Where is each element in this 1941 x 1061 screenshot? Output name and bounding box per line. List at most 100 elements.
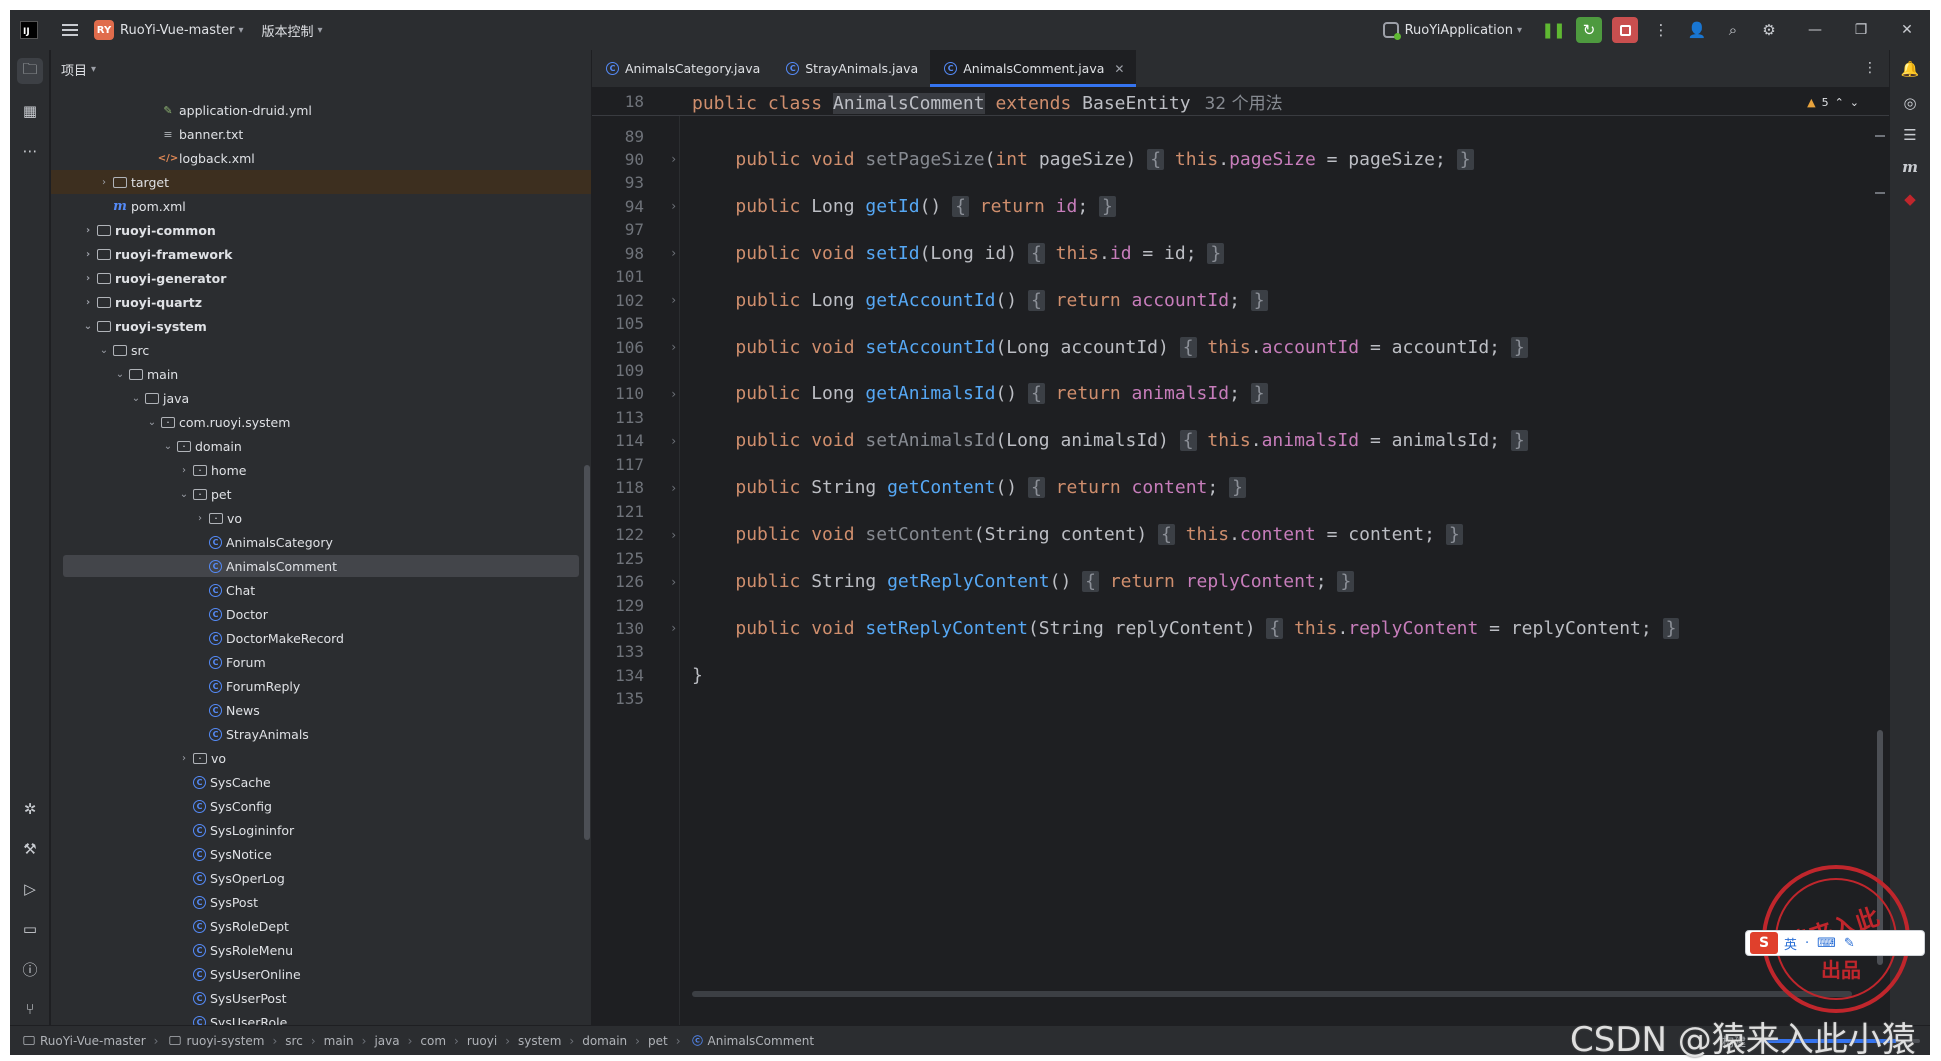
editor-horizontal-scrollbar[interactable]: [692, 991, 1852, 997]
breadcrumb-item[interactable]: ruoyi: [467, 1034, 497, 1048]
tree-item[interactable]: › · vo: [51, 506, 591, 530]
close-window-button[interactable]: ✕: [1884, 10, 1930, 50]
tree-item[interactable]: C DoctorMakeRecord: [51, 626, 591, 650]
rerun-icon[interactable]: ↻: [1576, 17, 1602, 43]
tree-item[interactable]: C SysUserOnline: [51, 962, 591, 986]
chevron-down-icon[interactable]: ⌄: [97, 345, 111, 356]
chevron-right-icon[interactable]: ›: [97, 177, 111, 188]
tree-item[interactable]: › · home: [51, 458, 591, 482]
code-line[interactable]: 110 › public Long getAnimalsId() { return…: [592, 382, 1889, 406]
fold-chevron-icon[interactable]: ›: [670, 528, 677, 542]
class-declaration[interactable]: public class AnimalsComment extends Base…: [692, 89, 1283, 114]
code-line[interactable]: 134}: [592, 663, 1889, 687]
code-line[interactable]: 126 › public String getReplyContent() { r…: [592, 570, 1889, 594]
project-scrollbar[interactable]: [584, 465, 590, 840]
code-line[interactable]: 117: [592, 452, 1889, 476]
stop-icon[interactable]: [1612, 17, 1638, 43]
tree-item[interactable]: C SysOperLog: [51, 866, 591, 890]
code-line[interactable]: 98 › public void setId(Long id) { this.id…: [592, 241, 1889, 265]
chevron-right-icon[interactable]: ›: [177, 465, 191, 476]
tree-item[interactable]: C SysLogininfor: [51, 818, 591, 842]
add-user-icon[interactable]: 👤: [1684, 17, 1710, 43]
tree-item[interactable]: C AnimalsCategory: [51, 530, 591, 554]
breadcrumb-item[interactable]: ruoyi-system: [166, 1034, 264, 1048]
breadcrumb-item[interactable]: domain: [582, 1034, 627, 1048]
ime-item[interactable]: ✎: [1844, 936, 1855, 951]
chevron-right-icon[interactable]: ›: [81, 273, 95, 284]
tree-item[interactable]: C SysRoleDept: [51, 914, 591, 938]
code-line[interactable]: 109: [592, 359, 1889, 383]
code-line[interactable]: 90 › public void setPageSize(int pageSize…: [592, 147, 1889, 171]
tab-actions-icon[interactable]: ⋮: [1863, 60, 1877, 76]
code-line[interactable]: 97: [592, 218, 1889, 242]
search-icon[interactable]: ⌕: [1720, 17, 1746, 43]
breadcrumb-item[interactable]: java: [374, 1034, 399, 1048]
fold-chevron-icon[interactable]: ›: [670, 152, 677, 166]
breadcrumb-item[interactable]: RuoYi-Vue-master: [20, 1034, 146, 1048]
code-line[interactable]: 102 › public Long getAccountId() { return…: [592, 288, 1889, 312]
tree-item[interactable]: m pom.xml: [51, 194, 591, 218]
code-line[interactable]: 118 › public String getContent() { return…: [592, 476, 1889, 500]
tree-item[interactable]: C Chat: [51, 578, 591, 602]
fold-chevron-icon[interactable]: ›: [670, 481, 677, 495]
tree-item[interactable]: ⌄ · pet: [51, 482, 591, 506]
usages-hint[interactable]: 32 个用法: [1205, 94, 1283, 114]
tree-item[interactable]: C Doctor: [51, 602, 591, 626]
vcs-selector[interactable]: 版本控制 ▾: [243, 21, 322, 40]
ime-toolbar[interactable]: S 英 · ⌨ ✎: [1745, 930, 1925, 956]
code-line[interactable]: 121: [592, 499, 1889, 523]
tree-item[interactable]: ⌄ src: [51, 338, 591, 362]
code-line[interactable]: 105: [592, 312, 1889, 336]
run-services-icon[interactable]: ▷: [17, 876, 43, 902]
code-line[interactable]: 106 › public void setAccountId(Long accou…: [592, 335, 1889, 359]
chevron-down-icon[interactable]: ⌄: [177, 489, 191, 500]
plugin-bird-icon[interactable]: ◆: [1897, 186, 1923, 212]
chevron-down-icon[interactable]: ⌄: [129, 393, 143, 404]
tree-item[interactable]: C StrayAnimals: [51, 722, 591, 746]
tree-item[interactable]: C ForumReply: [51, 674, 591, 698]
code-line[interactable]: 114 › public void setAnimalsId(Long anima…: [592, 429, 1889, 453]
tree-item[interactable]: C SysCache: [51, 770, 591, 794]
database-icon[interactable]: ☰: [1897, 122, 1923, 148]
chevron-down-icon[interactable]: ⌄: [1850, 96, 1859, 109]
tree-item[interactable]: C SysUserRole: [51, 1010, 591, 1025]
code-line[interactable]: 135: [592, 687, 1889, 711]
code-line[interactable]: 89: [592, 124, 1889, 148]
tree-item[interactable]: › ruoyi-quartz: [51, 290, 591, 314]
more-actions-icon[interactable]: ⋮: [1648, 17, 1674, 43]
close-icon[interactable]: ✕: [1114, 62, 1124, 76]
maximize-button[interactable]: ❐: [1838, 10, 1884, 50]
chevron-down-icon[interactable]: ⌄: [113, 369, 127, 380]
chevron-right-icon[interactable]: ›: [177, 753, 191, 764]
settings-gear-icon[interactable]: ⚙: [1756, 17, 1782, 43]
breadcrumb-item[interactable]: pet: [648, 1034, 668, 1048]
ai-assistant-icon[interactable]: ◎: [1897, 90, 1923, 116]
tree-item[interactable]: › target: [51, 170, 591, 194]
tree-item[interactable]: ✎ application-druid.yml: [51, 98, 591, 122]
breadcrumb-item[interactable]: system: [518, 1034, 561, 1048]
fold-chevron-icon[interactable]: ›: [670, 387, 677, 401]
tree-item[interactable]: ⌄ ruoyi-system: [51, 314, 591, 338]
tree-item[interactable]: › ruoyi-generator: [51, 266, 591, 290]
fold-chevron-icon[interactable]: ›: [670, 434, 677, 448]
chevron-up-icon[interactable]: ⌃: [1835, 96, 1844, 109]
code-line[interactable]: 101: [592, 265, 1889, 289]
fold-chevron-icon[interactable]: ›: [670, 621, 677, 635]
debug-bug-icon[interactable]: ✲: [17, 796, 43, 822]
run-config-selector[interactable]: RuoYiApplication ▾: [1382, 22, 1522, 40]
project-selector[interactable]: RuoYi-Vue-master ▾: [114, 23, 243, 38]
code-line[interactable]: 133: [592, 640, 1889, 664]
tree-item[interactable]: C SysRoleMenu: [51, 938, 591, 962]
build-hammer-icon[interactable]: ⚒: [17, 836, 43, 862]
main-menu-button[interactable]: [60, 20, 80, 40]
tree-item[interactable]: › ruoyi-framework: [51, 242, 591, 266]
breadcrumb-item[interactable]: C AnimalsComment: [689, 1034, 814, 1048]
breadcrumb-item[interactable]: main: [324, 1034, 354, 1048]
breadcrumb-item[interactable]: src: [285, 1034, 303, 1048]
chevron-down-icon[interactable]: ⌄: [145, 417, 159, 428]
tree-item[interactable]: ⌄ · com.ruoyi.system: [51, 410, 591, 434]
tree-item[interactable]: C AnimalsComment: [51, 554, 591, 578]
fold-chevron-icon[interactable]: ›: [670, 340, 677, 354]
chevron-down-icon[interactable]: ⌄: [81, 321, 95, 332]
ime-item[interactable]: ⌨: [1817, 936, 1836, 951]
